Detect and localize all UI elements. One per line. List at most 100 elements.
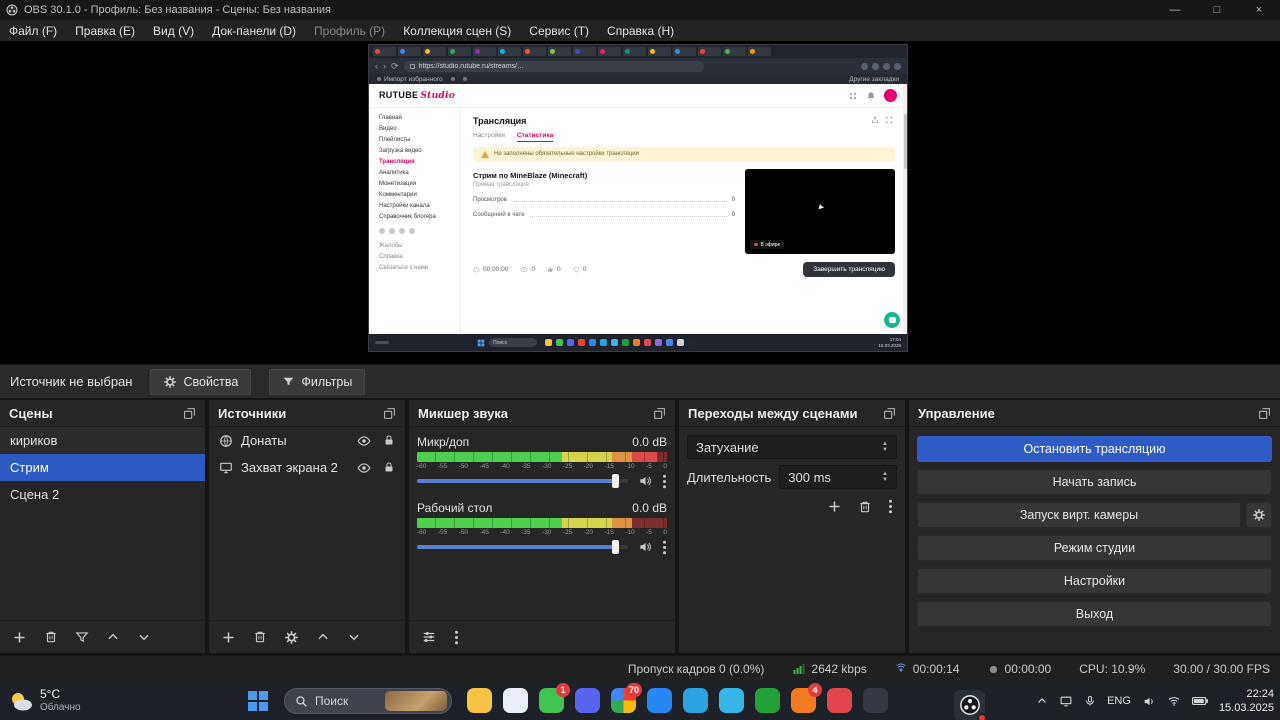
dock-area: Сцены кириков Стрим Сцена 2 Источники До… xyxy=(0,398,1280,655)
no-source-label: Источник не выбран xyxy=(10,374,133,389)
volume-slider[interactable] xyxy=(417,540,628,554)
remove-source-button[interactable] xyxy=(253,630,267,644)
close-button[interactable]: × xyxy=(1238,0,1280,20)
minimize-button[interactable]: — xyxy=(1154,0,1196,20)
expand-icon xyxy=(886,117,892,123)
weather-widget[interactable]: 5°C Облачно xyxy=(8,688,81,714)
captured-clock: 17:04 15.03.2025 xyxy=(878,337,901,348)
add-scene-button[interactable] xyxy=(12,630,27,645)
taskbar-clock[interactable]: 22:24 15.03.2025 xyxy=(1219,687,1274,715)
menu-profile[interactable]: Профиль (P) xyxy=(305,20,394,41)
lock-icon[interactable] xyxy=(383,461,395,474)
taskbar-app-icon[interactable] xyxy=(754,687,781,714)
taskbar-app-icon[interactable] xyxy=(502,687,529,714)
advanced-audio-button[interactable] xyxy=(421,630,437,644)
eye-icon[interactable] xyxy=(357,461,371,475)
menu-scene-collection[interactable]: Коллекция сцен (S) xyxy=(394,20,520,41)
duration-spinbox[interactable]: 300 ms ▲ ▼ xyxy=(779,465,897,489)
studio-mode-button[interactable]: Режим студии xyxy=(917,535,1272,561)
tray-battery-icon[interactable] xyxy=(1191,696,1208,706)
taskbar-app-icon[interactable] xyxy=(862,687,889,714)
scene-item[interactable]: Сцена 2 xyxy=(0,481,205,508)
tab-favicon xyxy=(750,49,755,54)
search-highlight-image xyxy=(384,691,447,711)
tray-network-icon[interactable] xyxy=(1167,695,1181,707)
popout-icon[interactable] xyxy=(1258,407,1271,420)
filters-button[interactable]: Фильтры xyxy=(269,368,366,395)
lock-icon[interactable] xyxy=(383,434,395,447)
tray-volume-icon[interactable] xyxy=(1142,695,1156,708)
system-tray: ENG 22:24 15.03.2025 xyxy=(1036,682,1274,720)
kebab-menu-icon[interactable] xyxy=(662,540,667,555)
menu-view[interactable]: Вид (V) xyxy=(144,20,203,41)
move-scene-down-button[interactable] xyxy=(137,630,151,644)
transition-select[interactable]: Затухание ▲ ▼ xyxy=(687,435,897,459)
popout-icon[interactable] xyxy=(383,407,396,420)
obs-preview-canvas[interactable]: ‹ › ⟳ https://studio.rutube.ru/streams/…… xyxy=(0,41,1280,364)
tray-mic-icon[interactable] xyxy=(1084,694,1096,708)
remove-scene-button[interactable] xyxy=(44,630,58,644)
language-indicator[interactable]: ENG xyxy=(1107,695,1131,707)
taskbar-app-icon[interactable] xyxy=(466,687,493,714)
exit-button[interactable]: Выход xyxy=(917,601,1272,627)
menu-docks[interactable]: Док-панели (D) xyxy=(203,20,305,41)
sidebar-item: Видео xyxy=(379,125,397,132)
move-source-down-button[interactable] xyxy=(347,630,361,644)
tray-device-icon[interactable] xyxy=(1059,695,1073,708)
scene-filters-button[interactable] xyxy=(75,630,89,644)
captured-app-icon xyxy=(578,339,585,346)
channel-db: 0.0 dB xyxy=(632,435,667,449)
captured-bookmarks-bar: Импорт избранного Другие закладки xyxy=(369,74,907,84)
browser-tab xyxy=(723,47,746,56)
taskbar-obs-icon[interactable] xyxy=(954,689,987,720)
add-transition-button[interactable] xyxy=(827,499,842,514)
move-scene-up-button[interactable] xyxy=(106,630,120,644)
start-recording-button[interactable]: Начать запись xyxy=(917,469,1272,495)
speaker-icon[interactable] xyxy=(637,474,653,488)
popout-icon[interactable] xyxy=(183,407,196,420)
source-item[interactable]: Донаты xyxy=(209,427,405,454)
virtual-camera-settings-button[interactable] xyxy=(1246,502,1272,528)
menu-help[interactable]: Справка (H) xyxy=(598,20,683,41)
tray-chevron-up-icon[interactable] xyxy=(1036,695,1048,707)
tab-favicon xyxy=(600,49,605,54)
cpu-usage: CPU: 10.9% xyxy=(1079,662,1146,676)
menu-file[interactable]: Файл (F) xyxy=(0,20,66,41)
eye-icon[interactable] xyxy=(357,434,371,448)
source-toolbar: Источник не выбран Свойства Фильтры xyxy=(0,364,1280,398)
menu-tools[interactable]: Сервис (T) xyxy=(520,20,598,41)
taskbar-app-icon[interactable]: 70 xyxy=(610,683,642,714)
maximize-button[interactable]: □ xyxy=(1196,0,1238,20)
source-properties-button[interactable] xyxy=(284,630,299,645)
taskbar-app-icon[interactable] xyxy=(826,687,853,714)
back-icon: ‹ xyxy=(375,61,378,71)
taskbar-search[interactable]: Поиск xyxy=(284,688,452,714)
add-source-button[interactable] xyxy=(221,630,236,645)
scene-item[interactable]: кириков xyxy=(0,427,205,454)
taskbar-app-icon[interactable] xyxy=(718,687,745,714)
move-source-up-button[interactable] xyxy=(316,630,330,644)
taskbar-app-icon[interactable]: 4 xyxy=(790,683,822,714)
remove-transition-button[interactable] xyxy=(858,499,872,514)
speaker-icon[interactable] xyxy=(637,540,653,554)
start-button[interactable] xyxy=(246,689,270,713)
taskbar-app-icon[interactable]: 1 xyxy=(538,683,570,714)
popout-icon[interactable] xyxy=(653,407,666,420)
mixer-title: Микшер звука xyxy=(418,405,509,421)
menu-edit[interactable]: Правка (E) xyxy=(66,20,144,41)
kebab-menu-icon[interactable] xyxy=(662,474,667,489)
start-virtual-camera-button[interactable]: Запуск вирт. камеры xyxy=(917,502,1241,528)
stop-streaming-button[interactable]: Остановить трансляцию xyxy=(917,436,1272,462)
browser-tab xyxy=(748,47,771,56)
taskbar-app-icon[interactable] xyxy=(682,687,709,714)
taskbar-app-icon[interactable] xyxy=(646,687,673,714)
properties-button[interactable]: Свойства xyxy=(150,368,252,395)
transition-menu-button[interactable] xyxy=(888,499,893,514)
source-item[interactable]: Захват экрана 2 xyxy=(209,454,405,481)
popout-icon[interactable] xyxy=(883,407,896,420)
scene-item-selected[interactable]: Стрим xyxy=(0,454,205,481)
volume-slider[interactable] xyxy=(417,474,628,488)
settings-button[interactable]: Настройки xyxy=(917,568,1272,594)
taskbar-app-icon[interactable] xyxy=(574,687,601,714)
mixer-menu-button[interactable] xyxy=(454,630,459,645)
